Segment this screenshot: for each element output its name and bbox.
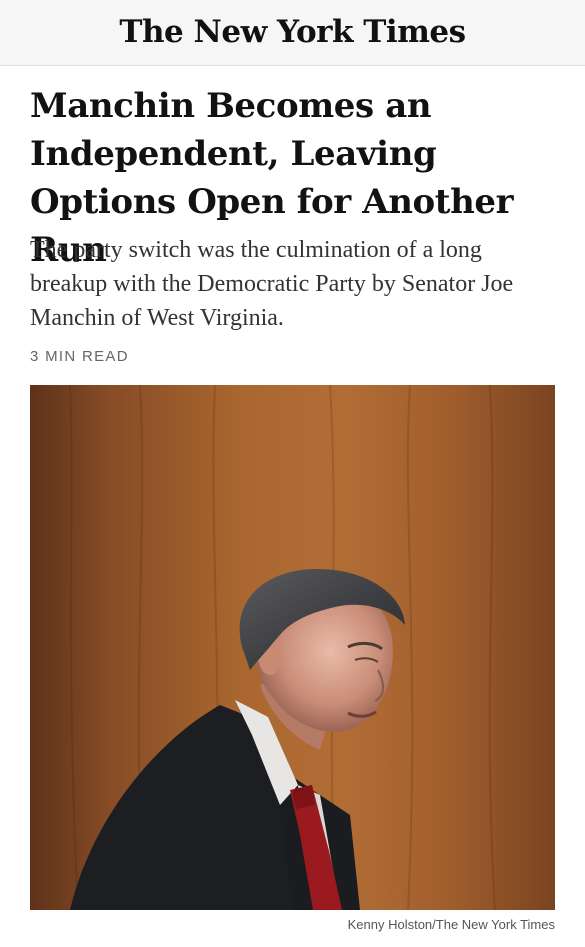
photo-credit: Kenny Holston/The New York Times — [347, 917, 555, 932]
article-photo[interactable] — [30, 385, 555, 910]
senator-portrait-image — [30, 385, 555, 910]
article-summary: The party switch was the culmination of … — [30, 237, 514, 331]
nyt-logo[interactable]: The New York Times — [119, 17, 466, 48]
read-time-label: 3 MIN READ — [30, 348, 129, 365]
masthead: The New York Times — [0, 0, 585, 66]
